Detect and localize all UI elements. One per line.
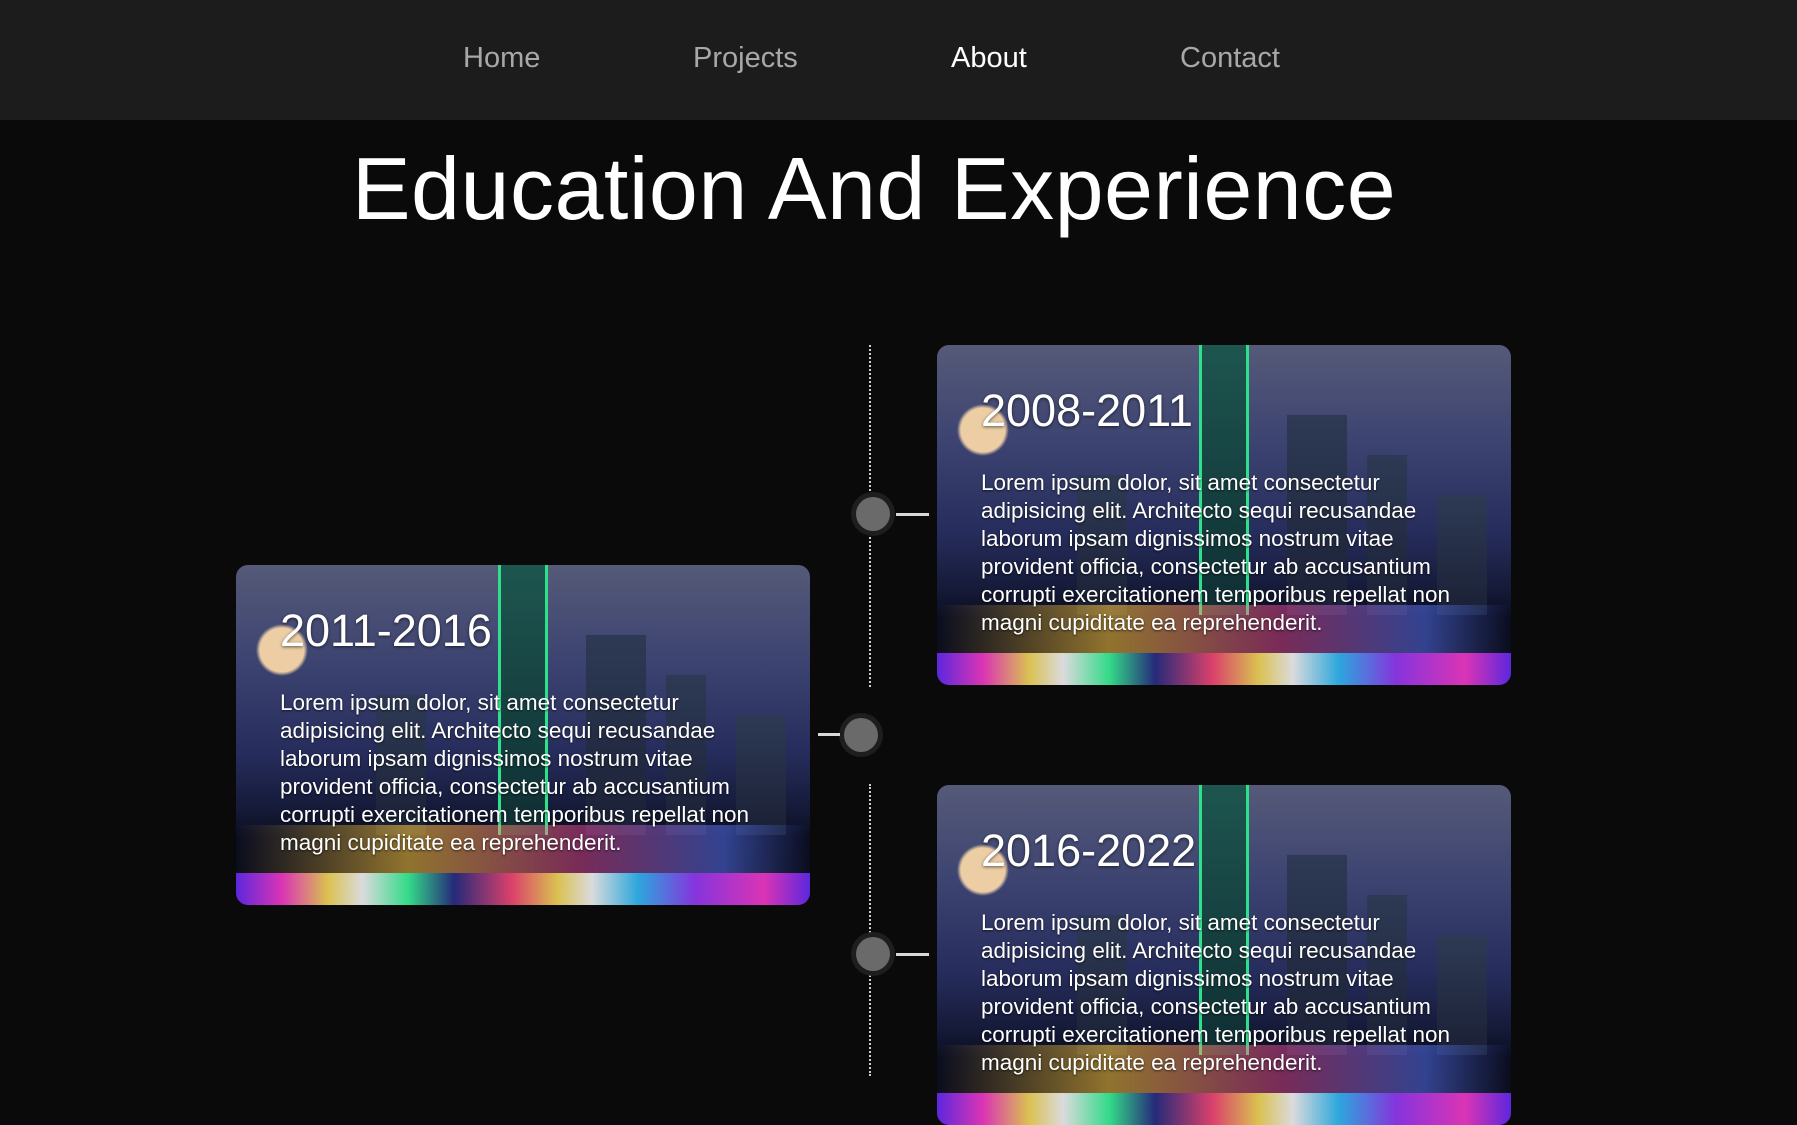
timeline-description: Lorem ipsum dolor, sit amet consectetur …	[981, 470, 1450, 635]
timeline-connector	[896, 953, 929, 956]
timeline-card: 2016-2022 Lorem ipsum dolor, sit amet co…	[937, 785, 1511, 1125]
timeline-card: 2008-2011 Lorem ipsum dolor, sit amet co…	[937, 345, 1511, 685]
nav-projects-link[interactable]: Projects	[693, 42, 798, 75]
timeline-years: 2016-2022	[981, 825, 1197, 876]
timeline-description: Lorem ipsum dolor, sit amet consectetur …	[981, 910, 1450, 1075]
nav-home-link[interactable]: Home	[463, 42, 540, 75]
water-reflection	[937, 1093, 1511, 1125]
water-reflection	[236, 873, 810, 905]
timeline-line-segment	[869, 784, 871, 1076]
page-title: Education And Experience	[351, 139, 1397, 238]
timeline-dot	[856, 497, 890, 531]
timeline-years: 2008-2011	[981, 385, 1193, 436]
timeline-connector	[896, 513, 929, 516]
nav-about-link[interactable]: About	[951, 42, 1027, 75]
top-nav: Home Projects About Contact	[0, 0, 1797, 120]
timeline-description: Lorem ipsum dolor, sit amet consectetur …	[280, 690, 749, 855]
timeline-card: 2011-2016 Lorem ipsum dolor, sit amet co…	[236, 565, 810, 905]
timeline-connector	[818, 733, 840, 736]
timeline-years: 2011-2016	[280, 605, 492, 656]
timeline-dot	[844, 718, 878, 752]
timeline-dot	[856, 937, 890, 971]
water-reflection	[937, 653, 1511, 685]
nav-contact-link[interactable]: Contact	[1180, 42, 1280, 75]
